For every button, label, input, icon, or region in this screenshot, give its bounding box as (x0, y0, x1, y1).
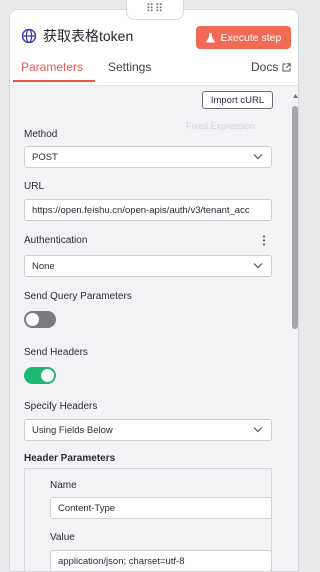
chevron-down-icon (253, 154, 263, 160)
chevron-down-icon (253, 263, 263, 269)
send-query-toggle[interactable] (24, 311, 56, 328)
import-curl-button[interactable]: Import cURL (202, 91, 273, 109)
authentication-label: Authentication (24, 235, 88, 246)
header-value-label: Value (50, 532, 75, 543)
header-value-value: application/json; charset=utf-8 (58, 555, 185, 567)
panel-header: 获取表格token Execute step Parameters Settin… (10, 10, 298, 86)
execute-step-button[interactable]: Execute step (196, 26, 291, 49)
header-value-input[interactable]: application/json; charset=utf-8 (50, 550, 272, 571)
specify-headers-value: Using Fields Below (32, 424, 113, 436)
docs-label: Docs (251, 60, 279, 74)
flask-icon (205, 32, 215, 42)
specify-headers-label: Specify Headers (24, 401, 98, 412)
chevron-down-icon (253, 427, 263, 433)
more-options-icon[interactable] (262, 235, 266, 246)
send-headers-toggle[interactable] (24, 367, 56, 384)
toggle-knob (26, 313, 39, 326)
tab-docs[interactable]: Docs (251, 60, 292, 74)
active-tab-indicator (13, 80, 95, 82)
authentication-select[interactable]: None (24, 255, 272, 277)
send-query-label: Send Query Parameters (24, 291, 132, 302)
drag-handle[interactable]: ⠿⠿ (126, 0, 184, 20)
tab-settings[interactable]: Settings (108, 60, 151, 74)
node-panel: 获取表格token Execute step Parameters Settin… (9, 9, 299, 572)
method-label: Method (24, 129, 58, 140)
header-name-value: Content-Type (58, 502, 116, 514)
authentication-value: None (32, 260, 55, 272)
toggle-knob (41, 369, 54, 382)
header-name-label: Name (50, 480, 77, 491)
node-title: 获取表格token (43, 28, 134, 44)
scroll-up-arrow-icon[interactable] (293, 94, 298, 98)
specify-headers-select[interactable]: Using Fields Below (24, 419, 272, 441)
method-value: POST (32, 151, 58, 163)
parameters-body: Import cURL Fixed Expression Method POST… (10, 87, 298, 571)
method-select[interactable]: POST (24, 146, 272, 168)
header-parameters-label: Header Parameters (24, 453, 116, 464)
scrollbar-thumb[interactable] (292, 106, 298, 329)
url-input[interactable]: https://open.feishu.cn/open-apis/auth/v3… (24, 199, 272, 221)
external-link-icon (282, 62, 292, 71)
tab-parameters[interactable]: Parameters (21, 60, 83, 74)
header-name-input[interactable]: Content-Type (50, 497, 272, 519)
execute-step-label: Execute step (220, 31, 282, 44)
globe-icon (21, 28, 37, 44)
send-headers-label: Send Headers (24, 347, 88, 358)
fixed-expression-hint: Fixed Expression (186, 121, 256, 131)
url-label: URL (24, 181, 45, 192)
url-value: https://open.feishu.cn/open-apis/auth/v3… (32, 204, 250, 216)
